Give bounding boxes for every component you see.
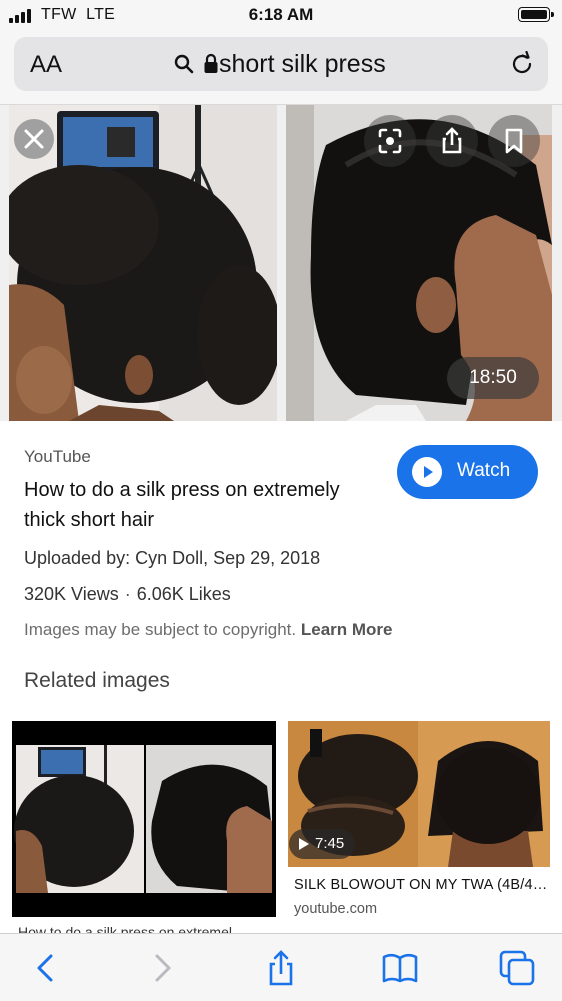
related-images-heading: Related images <box>24 669 170 692</box>
views-count: 320K Views <box>24 584 119 604</box>
learn-more-link[interactable]: Learn More <box>301 620 393 639</box>
battery-icon <box>518 7 554 22</box>
copyright-notice: Images may be subject to copyright. Lear… <box>24 620 393 639</box>
likes-count: 6.06K Likes <box>136 584 231 604</box>
upload-info: Uploaded by: Cyn Doll, Sep 29, 2018 <box>24 548 321 568</box>
related-image-1[interactable] <box>12 721 276 917</box>
close-button[interactable] <box>14 119 54 159</box>
bookmarks-icon[interactable] <box>380 948 420 988</box>
related-image-2-title[interactable]: SILK BLOWOUT ON MY TWA (4B/4… <box>294 877 547 893</box>
url-text[interactable]: short silk press <box>219 50 386 79</box>
browser-toolbar <box>0 933 562 1001</box>
video-duration-badge: 18:50 <box>447 357 539 399</box>
share-image-button[interactable] <box>426 115 478 167</box>
lens-icon <box>378 128 402 154</box>
stats-separator: · <box>124 584 131 604</box>
address-bar[interactable]: AA short silk press <box>14 37 548 91</box>
status-time: 6:18 AM <box>248 5 314 24</box>
forward-icon[interactable] <box>142 948 182 988</box>
bookmark-icon <box>505 128 523 154</box>
related-video-duration: 7:45 <box>289 829 355 859</box>
related-image-2-domain: youtube.com <box>294 901 378 917</box>
watch-label: Watch <box>457 460 511 481</box>
share-icon <box>442 127 462 154</box>
image-preview[interactable]: 18:50 <box>0 105 562 421</box>
share-icon[interactable] <box>261 948 301 988</box>
watch-button[interactable]: Watch <box>397 445 538 499</box>
close-icon <box>24 129 44 149</box>
back-icon[interactable] <box>26 948 66 988</box>
lock-icon <box>204 53 218 73</box>
text-size-button[interactable]: AA <box>30 51 62 79</box>
status-bar: TFW LTE 6:18 AM <box>0 0 562 32</box>
result-title[interactable]: How to do a silk press on extremely thic… <box>24 475 384 535</box>
reload-icon[interactable] <box>509 51 535 77</box>
stats-line: 320K Views · 6.06K Likes <box>24 584 231 605</box>
result-source[interactable]: YouTube <box>24 447 91 467</box>
save-image-button[interactable] <box>488 115 540 167</box>
play-icon <box>412 457 442 487</box>
tabs-icon[interactable] <box>497 948 537 988</box>
search-icon <box>174 54 194 74</box>
lens-button[interactable] <box>364 115 416 167</box>
play-icon <box>299 838 309 850</box>
address-bar-area: AA short silk press <box>0 32 562 105</box>
